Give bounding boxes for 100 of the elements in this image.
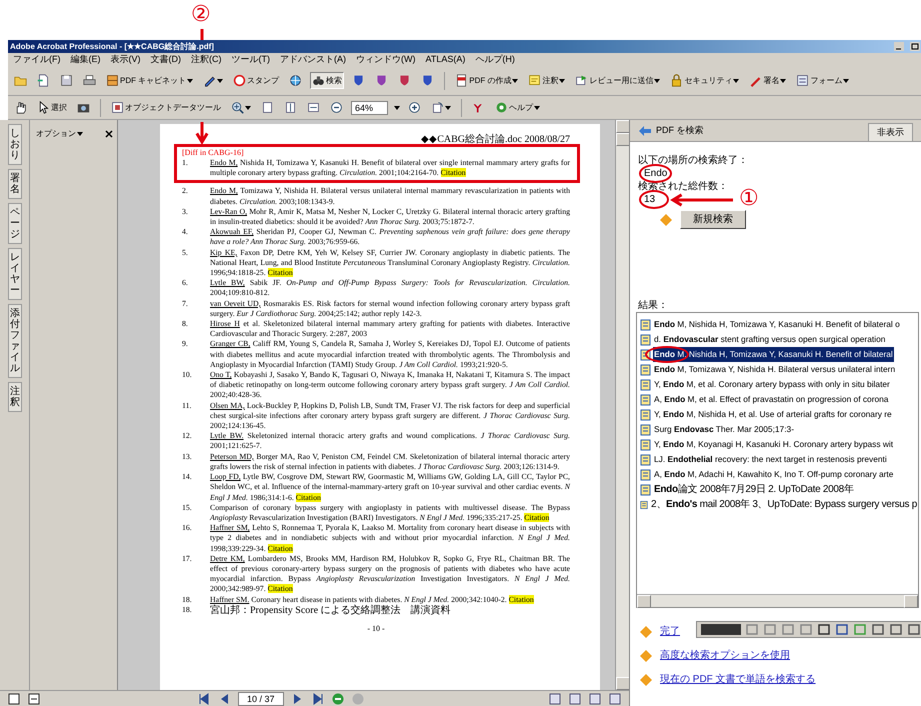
page-view-icon[interactable]: [589, 692, 601, 704]
search-result[interactable]: Endo M, Nishida H, Tomizawa Y, Kasanuki H. Benefit of bilateral o: [653, 317, 901, 332]
link[interactable]: 完了: [660, 624, 680, 639]
search-result[interactable]: A, Endo M, Adachi H, Kawahito K, Ino T. Off-pump coronary arte: [653, 467, 894, 482]
diamond-icon: [660, 214, 672, 226]
page-view-icon[interactable]: [609, 692, 621, 704]
search-result[interactable]: Endo M, Nishida H, Tomizawa Y, Kasanuki H. Benefit of bilateral: [653, 347, 894, 362]
toolbar-button[interactable]: PDF の作成: [453, 72, 520, 89]
pdf-document-icon: [455, 74, 468, 87]
caret-icon[interactable]: [245, 106, 251, 110]
highlight-circle: [645, 346, 689, 363]
search-result[interactable]: LJ. Endothelial recovery: the next target in restenosis preventi: [653, 452, 888, 467]
menu-item[interactable]: 文書(D): [150, 53, 181, 66]
toolbar-button[interactable]: レビュー用に送信: [573, 72, 662, 89]
fit-visible-icon: [307, 101, 320, 114]
toolbar-button[interactable]: 署名: [747, 72, 788, 89]
zoom-field[interactable]: 64%: [351, 100, 388, 114]
zoom-button[interactable]: [229, 99, 253, 116]
minimize-icon[interactable]: [893, 41, 905, 52]
search-result[interactable]: d. Endovascular stent grafting versus open surgical operation: [653, 332, 886, 347]
caret-icon[interactable]: [733, 78, 740, 82]
scrollbar[interactable]: [615, 120, 629, 690]
menu-item[interactable]: ファイル(F): [13, 53, 60, 66]
tool-icon[interactable]: [907, 623, 921, 636]
page-number: - 10 -: [366, 622, 386, 635]
menu-item[interactable]: アドバンスト(A): [280, 53, 346, 66]
back-icon[interactable]: [332, 692, 344, 704]
caret-icon[interactable]: [445, 106, 452, 110]
page-layout-icon[interactable]: [28, 692, 40, 704]
page-view-icon[interactable]: [549, 692, 561, 704]
tool-icon[interactable]: [817, 623, 831, 636]
search-result[interactable]: Y, Endo M, Nishida H, et al. Use of arterial grafts for coronary re: [653, 407, 893, 422]
menu-item[interactable]: ツール(T): [232, 53, 270, 66]
text-field-icon[interactable]: [701, 624, 741, 635]
tool-icon[interactable]: [871, 623, 885, 636]
menu-item[interactable]: ヘルプ(H): [475, 53, 515, 66]
menu-item[interactable]: 注釈(C): [191, 53, 222, 66]
page-layout-icon[interactable]: [8, 692, 20, 704]
search-term: Endo: [644, 168, 668, 179]
toolbar-button[interactable]: 注釈: [526, 72, 568, 89]
help-button[interactable]: ヘルプ: [493, 99, 542, 116]
send-icon: [575, 74, 588, 87]
search-result[interactable]: Surg Endovasc Ther. Mar 2005;17:3-: [653, 422, 795, 437]
caret-icon[interactable]: [77, 132, 83, 136]
diamond-icon: [640, 626, 652, 638]
document-icon: [640, 364, 651, 376]
navigation-tab[interactable]: 署名: [8, 169, 22, 199]
options-menu[interactable]: オプション: [34, 126, 85, 142]
close-icon[interactable]: [105, 130, 113, 138]
page-number-field[interactable]: 10 / 37: [238, 692, 284, 706]
menu-item[interactable]: 編集(E): [70, 53, 100, 66]
navigation-tab[interactable]: レイヤー: [8, 248, 22, 300]
toolbar-button[interactable]: 検索: [310, 72, 344, 89]
menu-item[interactable]: ウィンドウ(W): [356, 53, 416, 66]
caret-icon[interactable]: [534, 106, 540, 110]
select-tool-button[interactable]: 選択: [35, 99, 69, 116]
navigation-tab[interactable]: 注釈: [8, 382, 22, 412]
search-result[interactable]: Y, Endo M, Koyanagi H, Kasanuki H. Coronary artery bypass wit: [653, 437, 894, 452]
navigation-tab[interactable]: ページ: [8, 203, 22, 244]
object-tool-icon: [111, 101, 124, 114]
page-view-icon[interactable]: [569, 692, 581, 704]
maximize-icon[interactable]: [909, 41, 921, 52]
shield-icon: [421, 74, 434, 87]
tool-icon[interactable]: [835, 623, 849, 636]
link[interactable]: 高度な検索オプションを使用: [660, 648, 790, 663]
caret-icon[interactable]: [187, 78, 194, 82]
caret-icon[interactable]: [394, 106, 400, 110]
navigation-tab[interactable]: 添付ファイル: [8, 304, 22, 378]
last-page-icon[interactable]: [312, 692, 324, 704]
search-result[interactable]: Y, Endo M, et al. Coronary artery bypass with only in situ bilater: [653, 377, 891, 392]
menu-item[interactable]: 表示(V): [110, 53, 140, 66]
search-result[interactable]: Endo M, Tomizawa Y, Nishida H. Bilateral versus unilateral intern: [653, 362, 896, 377]
horizontal-scrollbar[interactable]: [637, 594, 918, 607]
zoom-out-icon: [330, 101, 343, 114]
document-icon: [640, 498, 648, 510]
search-result[interactable]: Endo論文 2008年7月29日 2. UpToDate 2008年: [653, 482, 855, 497]
navigation-tab[interactable]: しおり: [8, 124, 22, 165]
first-page-icon[interactable]: [198, 692, 210, 704]
new-search-button[interactable]: 新規検索: [680, 210, 746, 229]
stamp-icon: [233, 74, 246, 87]
caret-icon[interactable]: [559, 78, 566, 82]
link[interactable]: 現在の PDF 文書で単語を検索する: [660, 672, 816, 687]
back-arrow-icon[interactable]: [638, 124, 652, 136]
cursor-icon: [37, 101, 50, 114]
caret-icon[interactable]: [843, 78, 850, 82]
hide-button[interactable]: 非表示: [868, 122, 913, 141]
toolbar-button[interactable]: セキュリティ: [668, 72, 742, 89]
object-tool-button[interactable]: オブジェクトデータツール: [109, 99, 223, 116]
toolbar-button[interactable]: [58, 72, 75, 89]
toolbar-button[interactable]: スタンプ: [231, 72, 282, 89]
menu-item[interactable]: ATLAS(A): [426, 53, 466, 66]
toolbar-button[interactable]: フォーム: [794, 72, 852, 89]
caret-icon[interactable]: [780, 78, 786, 82]
search-result[interactable]: A, Endo M, et al. Effect of pravastatin on progression of corona: [653, 392, 890, 407]
caret-icon[interactable]: [217, 78, 224, 82]
toolbar-button[interactable]: PDF キャビネット: [104, 72, 196, 89]
search-result[interactable]: 2、Endo's mail 2008年 3、UpToDate: Bypass surgery versus p: [650, 497, 918, 512]
tool-icon[interactable]: [889, 623, 903, 636]
caret-icon[interactable]: [512, 78, 518, 82]
caret-icon[interactable]: [654, 78, 660, 82]
